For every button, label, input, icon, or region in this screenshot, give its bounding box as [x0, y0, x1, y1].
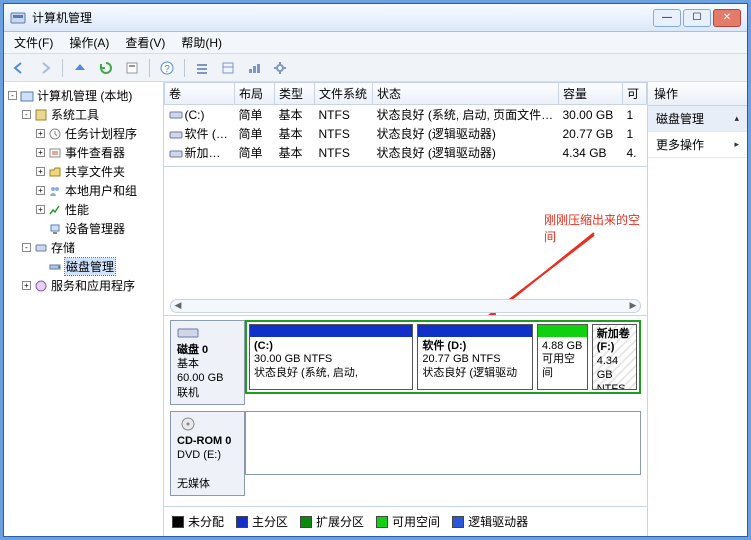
col-free[interactable]: 可 [623, 83, 647, 105]
disk-graphical-view: 磁盘 0 基本 60.00 GB 联机 (C:) 30.00 GB NTFS 状… [164, 315, 647, 506]
properties-icon[interactable] [123, 59, 141, 77]
toolbar: ? [4, 54, 747, 82]
tree-storage[interactable]: -存储 [20, 238, 161, 257]
menu-file[interactable]: 文件(F) [8, 32, 59, 53]
tree-root-label: 计算机管理 (本地) [37, 87, 132, 104]
actions-section-diskmgmt[interactable]: 磁盘管理 ▴ [648, 106, 747, 132]
disk-0-row[interactable]: 磁盘 0 基本 60.00 GB 联机 (C:) 30.00 GB NTFS 状… [170, 320, 641, 405]
window-title: 计算机管理 [32, 9, 653, 26]
partition-d[interactable]: 软件 (D:) 20.77 GB NTFS 状态良好 (逻辑驱动 [417, 324, 533, 390]
volume-list[interactable]: 卷 布局 类型 文件系统 状态 容量 可 (C:) 简单 基本 NTFS 状态良… [164, 82, 647, 167]
tree-performance[interactable]: +性能 [34, 200, 161, 219]
tree-shared-folders[interactable]: +共享文件夹 [34, 162, 161, 181]
cdrom-partitions [245, 411, 641, 475]
col-fs[interactable]: 文件系统 [315, 83, 373, 105]
scroll-left-icon[interactable]: ◀ [171, 300, 185, 311]
view-list-icon[interactable] [193, 59, 211, 77]
tree-device-manager[interactable]: 设备管理器 [34, 219, 161, 238]
toolbar-sep2 [149, 59, 150, 77]
tree-root[interactable]: -计算机管理 (本地) [6, 86, 161, 105]
back-icon[interactable] [10, 59, 28, 77]
cdrom-label: CD-ROM 0 DVD (E:) 无媒体 [170, 411, 245, 496]
drive-icon [169, 148, 183, 160]
col-type[interactable]: 类型 [275, 83, 315, 105]
center-pane: 卷 布局 类型 文件系统 状态 容量 可 (C:) 简单 基本 NTFS 状态良… [164, 82, 647, 536]
partition-header [250, 325, 412, 337]
minimize-button[interactable]: — [653, 9, 681, 27]
partition-free[interactable]: 4.88 GB 可用空间 [537, 324, 588, 390]
menubar: 文件(F) 操作(A) 查看(V) 帮助(H) [4, 32, 747, 54]
view-detail-icon[interactable] [219, 59, 237, 77]
volume-row[interactable]: 软件 (D:) 简单 基本 NTFS 状态良好 (逻辑驱动器) 20.77 GB… [165, 124, 647, 143]
up-icon[interactable] [71, 59, 89, 77]
disk-0-partitions: (C:) 30.00 GB NTFS 状态良好 (系统, 启动, 软件 (D:)… [245, 320, 641, 394]
toolbar-sep1 [62, 59, 63, 77]
refresh-icon[interactable] [97, 59, 115, 77]
tree-system-tools[interactable]: -系统工具 [20, 105, 161, 124]
settings-icon[interactable] [271, 59, 289, 77]
window-buttons: — ☐ ✕ [653, 9, 741, 27]
col-status[interactable]: 状态 [373, 83, 559, 105]
legend-primary: 主分区 [236, 513, 288, 530]
close-button[interactable]: ✕ [713, 9, 741, 27]
toolbar-sep3 [184, 59, 185, 77]
help-icon[interactable]: ? [158, 59, 176, 77]
tree-disk-management[interactable]: 磁盘管理 [34, 257, 161, 276]
cdrom-icon [177, 416, 199, 432]
col-cap[interactable]: 容量 [559, 83, 623, 105]
menu-view[interactable]: 查看(V) [119, 32, 171, 53]
cdrom-row[interactable]: CD-ROM 0 DVD (E:) 无媒体 [170, 411, 641, 496]
partition-header [538, 325, 587, 337]
chevron-right-icon: ▸ [734, 139, 739, 150]
disk-icon [177, 325, 199, 341]
volume-row[interactable]: (C:) 简单 基本 NTFS 状态良好 (系统, 启动, 页面文件, 活动, … [165, 105, 647, 125]
collapse-icon: ▴ [734, 113, 739, 124]
forward-icon[interactable] [36, 59, 54, 77]
actions-more[interactable]: 更多操作 ▸ [648, 132, 747, 158]
col-layout[interactable]: 布局 [235, 83, 275, 105]
tree-services-apps[interactable]: +服务和应用程序 [20, 276, 161, 295]
maximize-button[interactable]: ☐ [683, 9, 711, 27]
tree-task-scheduler[interactable]: +任务计划程序 [34, 124, 161, 143]
volume-row[interactable]: 新加卷 ... 简单 基本 NTFS 状态良好 (逻辑驱动器) 4.34 GB … [165, 143, 647, 162]
partition-f[interactable]: 新加卷 (F:) 4.34 GB NTFS 状态良好 (逻辑驱 [592, 324, 637, 390]
drive-icon [169, 109, 183, 121]
partition-header [418, 325, 532, 337]
legend-free: 可用空间 [376, 513, 440, 530]
actions-header: 操作 [648, 82, 747, 106]
menu-help[interactable]: 帮助(H) [175, 32, 228, 53]
center-gap: 刚刚压缩出来的空间 ◀ ▶ [164, 167, 647, 314]
volume-header-row: 卷 布局 类型 文件系统 状态 容量 可 [165, 83, 647, 105]
nav-tree[interactable]: -计算机管理 (本地) -系统工具 +任务计划程序 +事件查看器 +共享文件夹 … [4, 82, 164, 536]
legend-logical: 逻辑驱动器 [452, 513, 528, 530]
app-icon [10, 10, 26, 26]
svg-text:?: ? [164, 64, 170, 75]
disk-0-label: 磁盘 0 基本 60.00 GB 联机 [170, 320, 245, 405]
col-volume[interactable]: 卷 [165, 83, 235, 105]
app-window: 计算机管理 — ☐ ✕ 文件(F) 操作(A) 查看(V) 帮助(H) ? -计… [3, 3, 748, 537]
legend-unallocated: 未分配 [172, 513, 224, 530]
view-graph-icon[interactable] [245, 59, 263, 77]
titlebar: 计算机管理 — ☐ ✕ [4, 4, 747, 32]
scroll-right-icon[interactable]: ▶ [626, 300, 640, 311]
horizontal-scrollbar[interactable]: ◀ ▶ [170, 299, 641, 313]
legend: 未分配 主分区 扩展分区 可用空间 逻辑驱动器 [164, 506, 647, 536]
partition-c[interactable]: (C:) 30.00 GB NTFS 状态良好 (系统, 启动, [249, 324, 413, 390]
drive-icon [169, 129, 183, 141]
actions-pane: 操作 磁盘管理 ▴ 更多操作 ▸ [647, 82, 747, 536]
tree-local-users[interactable]: +本地用户和组 [34, 181, 161, 200]
tree-event-viewer[interactable]: +事件查看器 [34, 143, 161, 162]
legend-extended: 扩展分区 [300, 513, 364, 530]
menu-action[interactable]: 操作(A) [63, 32, 115, 53]
